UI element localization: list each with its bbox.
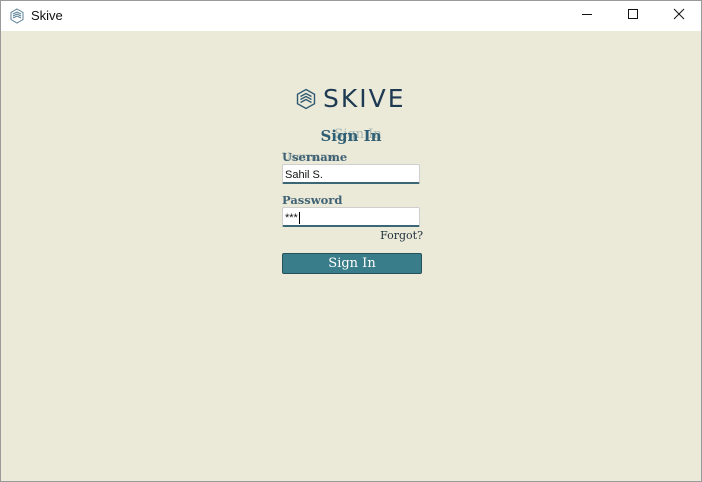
sign-in-heading-text: Sign In [320, 127, 382, 145]
brand-name: SKIVE [323, 84, 406, 113]
brand-logo: SKIVE [295, 86, 406, 112]
forgot-password-link[interactable]: Forgot? [371, 229, 423, 242]
username-label: Username Username [282, 150, 422, 164]
close-button[interactable] [656, 1, 701, 31]
close-icon [673, 7, 685, 25]
minimize-icon [581, 7, 593, 25]
sign-in-heading: Sign In Sign In [281, 127, 421, 149]
sign-in-button[interactable]: Sign In [282, 253, 422, 274]
maximize-icon [627, 7, 639, 25]
password-label-text: Password [282, 193, 343, 207]
skive-logo-mark-icon [295, 88, 317, 110]
app-window: Skive SKIVE Sign In Sign In Username Use… [0, 0, 702, 482]
username-value: Sahil S. [285, 169, 323, 181]
password-input[interactable]: *** [282, 207, 420, 227]
username-label-text: Username [282, 150, 348, 164]
text-caret [298, 212, 300, 225]
window-title: Skive [31, 8, 63, 23]
password-value: *** [285, 212, 298, 224]
title-bar[interactable]: Skive [1, 1, 701, 31]
login-panel: SKIVE Sign In Sign In Username Username … [1, 31, 701, 481]
skive-logo-icon [9, 8, 25, 24]
password-label: Password [282, 193, 422, 207]
username-input[interactable]: Sahil S. [282, 164, 420, 184]
minimize-button[interactable] [564, 1, 610, 31]
maximize-button[interactable] [610, 1, 656, 31]
